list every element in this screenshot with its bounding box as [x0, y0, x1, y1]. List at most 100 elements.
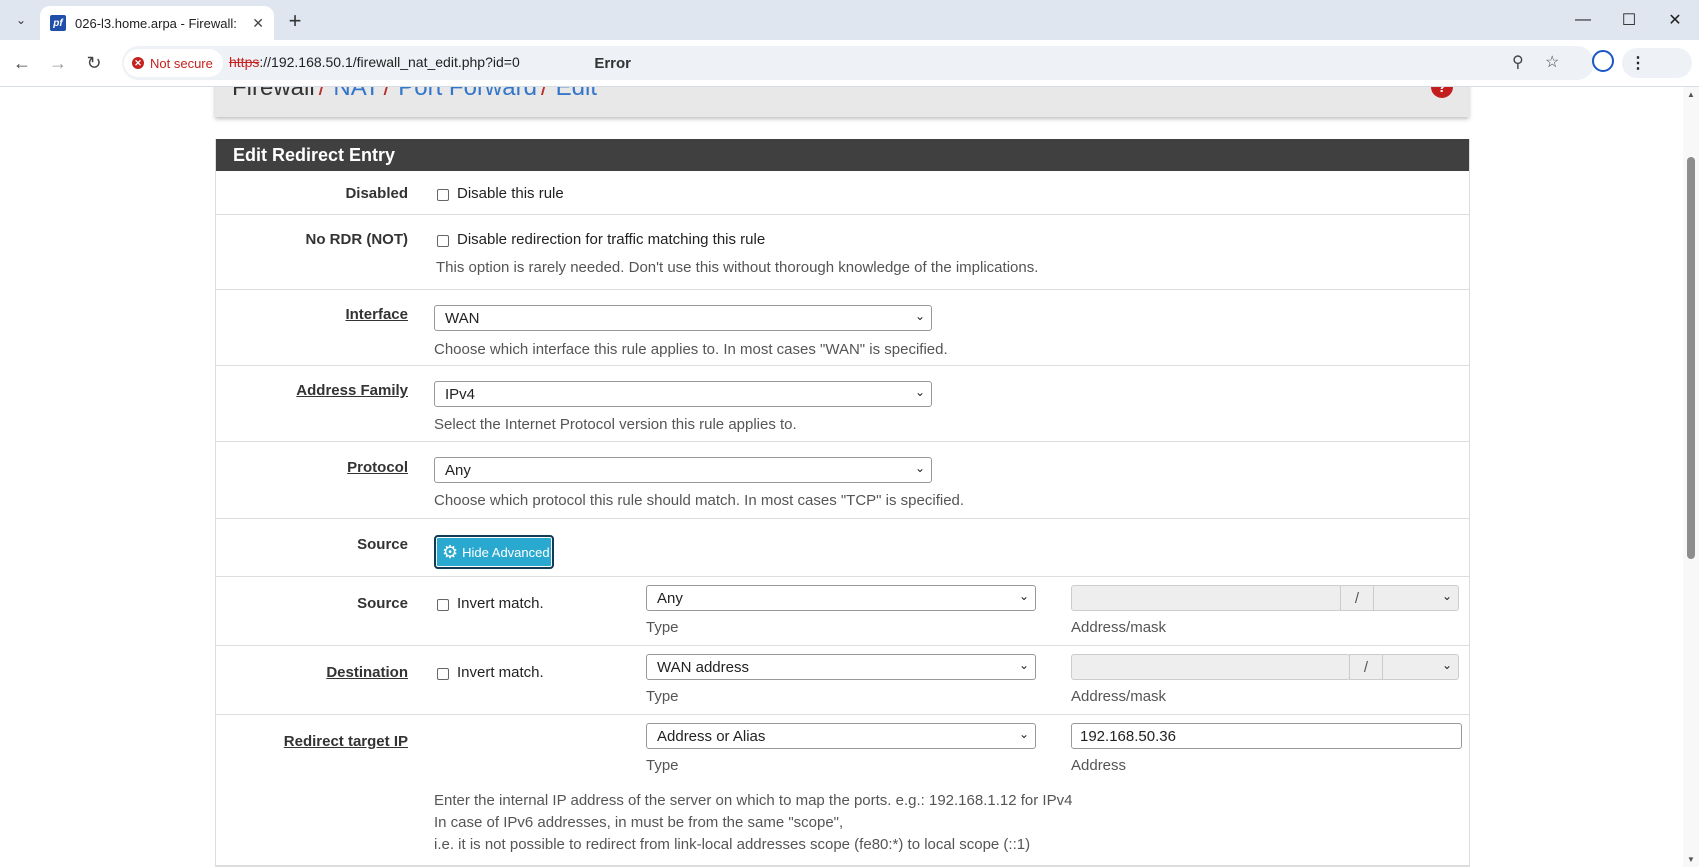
security-label: Not secure: [150, 55, 213, 71]
security-chip[interactable]: ✕ Not secure: [124, 49, 223, 77]
question-circle-icon[interactable]: ?: [1431, 87, 1453, 98]
browser-tab[interactable]: pf 026-l3.home.arpa - Firewall: NAT ✕: [40, 6, 274, 40]
interface-value: WAN: [445, 310, 480, 327]
disable-rule-checkbox[interactable]: [437, 189, 449, 201]
row-source: Source Invert match. Any ⌄ Type / ⌄ Addr…: [216, 577, 1469, 646]
chevron-down-icon: ⌄: [1018, 658, 1029, 672]
nordr-help: This option is rarely needed. Don't use …: [436, 259, 1039, 276]
row-disabled: Disabled Disable this rule: [216, 171, 1469, 215]
breadcrumb-separator: /: [318, 87, 326, 101]
disable-redirection-checkbox[interactable]: [437, 235, 449, 247]
destination-type-value: WAN address: [657, 659, 749, 676]
page-viewport: Firewall / NAT / Port Forward / Edit ? Edit Re…: [0, 87, 1683, 867]
edit-redirect-panel: Edit Redirect Entry Disabled Disable thi…: [215, 139, 1470, 867]
source-invert-checkbox[interactable]: [437, 599, 449, 611]
redirect-address-value: 192.168.50.36: [1080, 728, 1176, 745]
destination-type-select[interactable]: WAN address ⌄: [646, 654, 1036, 680]
address-bar[interactable]: ✕ Not secure https://192.168.50.1/firewa…: [122, 46, 1594, 80]
error-circle-icon: ✕: [132, 57, 144, 69]
url-text[interactable]: https://192.168.50.1/firewall_nat_edit.p…: [229, 54, 520, 70]
pfsense-favicon-icon: pf: [50, 15, 66, 31]
interface-help: Choose which interface this rule applies…: [434, 341, 948, 358]
address-family-label[interactable]: Address Family: [296, 382, 408, 399]
redirect-type-help: Type: [646, 757, 679, 774]
minimize-button[interactable]: —: [1560, 6, 1606, 34]
browser-tab-bar: ⌄ pf 026-l3.home.arpa - Firewall: NAT ✕ …: [0, 0, 1699, 40]
scroll-up-icon[interactable]: ▲: [1687, 90, 1695, 99]
source-label: Source: [357, 595, 408, 612]
row-destination: Destination Invert match. WAN address ⌄ …: [216, 646, 1469, 715]
address-family-value: IPv4: [445, 386, 476, 403]
source-label: Source: [357, 536, 408, 553]
redirect-help-line-2: In case of IPv6 addresses, in must be fr…: [434, 814, 844, 831]
redirect-type-select[interactable]: Address or Alias ⌄: [646, 723, 1036, 749]
zoom-icon[interactable]: ⚲: [1512, 52, 1524, 72]
star-icon[interactable]: ☆: [1545, 52, 1559, 72]
browser-toolbar: ← → ↻ ✕ Not secure https://192.168.50.1/…: [0, 40, 1699, 87]
interface-select[interactable]: WAN ⌄: [434, 305, 932, 331]
breadcrumb-nat[interactable]: NAT: [333, 87, 379, 101]
breadcrumb-separator: /: [540, 87, 548, 101]
page-scrollbar[interactable]: ▲ ▼: [1683, 87, 1699, 867]
protocol-help: Choose which protocol this rule should m…: [434, 492, 965, 509]
source-type-select[interactable]: Any ⌄: [646, 585, 1036, 611]
panel-title: Edit Redirect Entry: [216, 139, 1469, 171]
reload-icon: ↻: [86, 52, 102, 73]
destination-mask-slash: /: [1349, 654, 1383, 680]
close-icon: ✕: [1668, 12, 1682, 29]
close-icon[interactable]: ✕: [252, 15, 264, 32]
forward-button[interactable]: →: [44, 49, 72, 77]
destination-mask-select[interactable]: ⌄: [1382, 654, 1459, 680]
redirect-address-help: Address: [1071, 757, 1127, 774]
tab-title: 026-l3.home.arpa - Firewall: NAT: [75, 15, 241, 31]
source-type-value: Any: [657, 590, 683, 607]
disable-redirection-text: Disable redirection for traffic matching…: [457, 231, 766, 248]
row-protocol: Protocol Any ⌄ Choose which protocol thi…: [216, 442, 1469, 519]
source-mask-select[interactable]: ⌄: [1373, 585, 1459, 611]
interface-label[interactable]: Interface: [345, 306, 408, 323]
tab-search-button[interactable]: ⌄: [8, 8, 34, 32]
redirect-help-line-1: Enter the internal IP address of the ser…: [434, 792, 1073, 809]
chevron-down-icon: ⌄: [914, 309, 925, 323]
source-mask-slash: /: [1340, 585, 1374, 611]
profile-error-button[interactable]: Error ⋮: [594, 48, 1692, 78]
back-button[interactable]: ←: [8, 49, 36, 77]
protocol-label[interactable]: Protocol: [347, 459, 408, 476]
scrollbar-thumb[interactable]: [1687, 157, 1695, 559]
url-rest: ://192.168.50.1/firewall_nat_edit.php?id…: [259, 54, 520, 70]
row-nordr: No RDR (NOT) Disable redirection for tra…: [216, 215, 1469, 290]
arrow-right-icon: →: [49, 52, 67, 73]
disable-rule-text: Disable this rule: [457, 185, 564, 202]
close-window-button[interactable]: ✕: [1652, 6, 1698, 34]
hide-advanced-button[interactable]: ⚙ Hide Advanced: [434, 535, 554, 569]
destination-address-input[interactable]: [1071, 654, 1350, 680]
profile-icon[interactable]: [1592, 50, 1614, 72]
destination-label[interactable]: Destination: [326, 664, 408, 681]
redirect-target-label[interactable]: Redirect target IP: [284, 733, 408, 750]
chevron-down-icon: ⌄: [914, 385, 925, 399]
destination-type-help: Type: [646, 688, 679, 705]
breadcrumb-separator: /: [383, 87, 391, 101]
protocol-value: Any: [445, 462, 471, 479]
minimize-icon: —: [1575, 11, 1591, 28]
breadcrumb-firewall: Firewall: [232, 87, 315, 101]
new-tab-button[interactable]: +: [282, 8, 308, 34]
reload-button[interactable]: ↻: [80, 49, 108, 77]
destination-invert-checkbox[interactable]: [437, 668, 449, 680]
scroll-down-icon[interactable]: ▼: [1687, 855, 1695, 864]
maximize-icon: ☐: [1621, 12, 1637, 29]
protocol-select[interactable]: Any ⌄: [434, 457, 932, 483]
address-family-select[interactable]: IPv4 ⌄: [434, 381, 932, 407]
chevron-down-icon: ⌄: [1441, 658, 1452, 672]
source-type-help: Type: [646, 619, 679, 636]
breadcrumb-port-forward[interactable]: Port Forward: [398, 87, 537, 101]
row-redirect-target: Redirect target IP Address or Alias ⌄ Ty…: [216, 715, 1469, 866]
maximize-button[interactable]: ☐: [1606, 6, 1652, 34]
nordr-label: No RDR (NOT): [305, 231, 408, 248]
destination-invert-text: Invert match.: [457, 664, 544, 681]
source-address-input[interactable]: [1071, 585, 1341, 611]
chevron-down-icon: ⌄: [1018, 727, 1029, 741]
redirect-address-input[interactable]: 192.168.50.36: [1071, 723, 1462, 749]
arrow-left-icon: ←: [13, 52, 31, 73]
breadcrumb-edit[interactable]: Edit: [556, 87, 597, 101]
